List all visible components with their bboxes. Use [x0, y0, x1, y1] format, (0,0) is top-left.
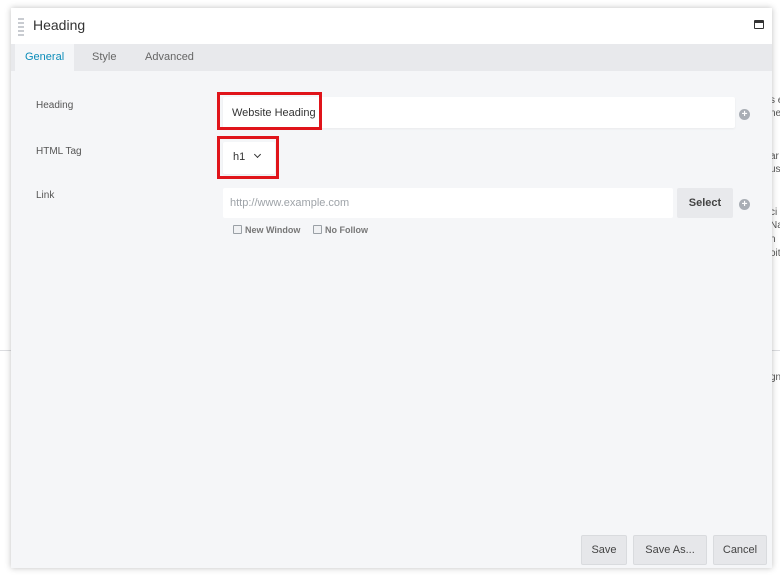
no-follow-option[interactable]: No Follow: [313, 225, 368, 235]
new-window-option[interactable]: New Window: [233, 225, 300, 235]
chevron-down-icon: [253, 150, 262, 159]
link-select-button[interactable]: Select: [677, 188, 733, 218]
modal-titlebar[interactable]: Heading: [11, 8, 772, 44]
new-window-label: New Window: [245, 225, 301, 235]
tab-general[interactable]: General: [15, 44, 75, 71]
heading-settings-modal: Heading General Style Advanced Heading +…: [11, 8, 772, 568]
heading-add-icon[interactable]: +: [739, 109, 750, 120]
modal-title: Heading: [33, 17, 86, 33]
maximize-icon[interactable]: [754, 20, 764, 29]
heading-label: Heading: [36, 100, 74, 111]
cancel-button[interactable]: Cancel: [713, 535, 767, 565]
html-tag-select[interactable]: h1: [223, 142, 275, 174]
tab-bar: General Style Advanced: [11, 44, 772, 71]
html-tag-value: h1: [233, 151, 246, 163]
no-follow-label: No Follow: [325, 225, 368, 235]
link-url-input[interactable]: [223, 188, 673, 218]
new-window-checkbox[interactable]: [233, 225, 242, 234]
heading-input[interactable]: [223, 97, 735, 128]
html-tag-label: HTML Tag: [36, 146, 82, 157]
save-button[interactable]: Save: [581, 535, 627, 565]
tab-style[interactable]: Style: [92, 51, 116, 63]
link-add-icon[interactable]: +: [739, 199, 750, 210]
drag-handle-icon[interactable]: [18, 18, 24, 38]
tab-advanced[interactable]: Advanced: [145, 51, 194, 63]
save-as-button[interactable]: Save As...: [633, 535, 707, 565]
no-follow-checkbox[interactable]: [313, 225, 322, 234]
link-label: Link: [36, 190, 55, 201]
